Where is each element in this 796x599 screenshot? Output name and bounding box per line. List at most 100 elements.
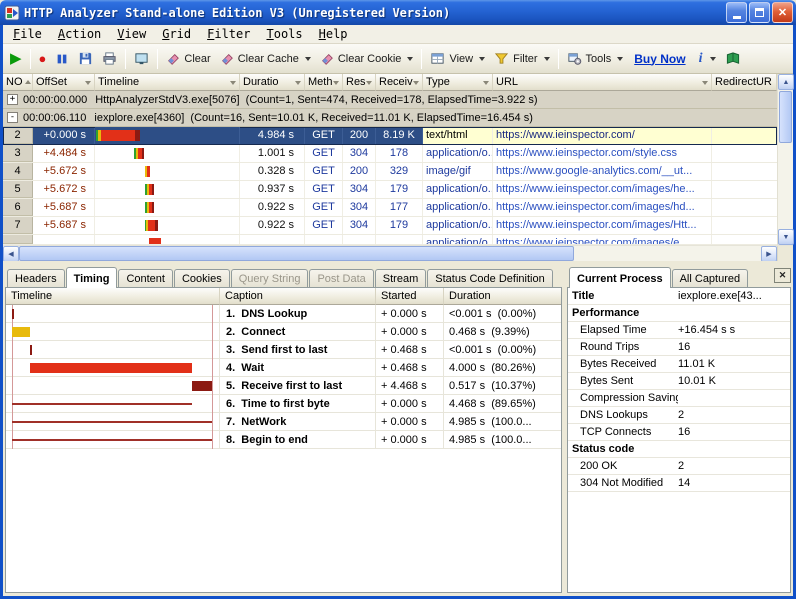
group-row[interactable]: - 00:00:06.110 iexplore.exe[4360] (Count… <box>3 109 777 127</box>
minimize-button[interactable] <box>726 2 747 23</box>
timing-header: Timeline Caption Started Duration <box>6 288 561 305</box>
scrollbar-corner <box>777 246 793 261</box>
tab-stream[interactable]: Stream <box>375 269 426 287</box>
buy-now-link[interactable]: Buy Now <box>628 49 691 69</box>
clear-label: Clear <box>184 53 210 65</box>
pause-button[interactable] <box>51 49 73 69</box>
clear-cache-button[interactable]: Clear Cache <box>216 49 315 69</box>
scroll-right-button[interactable]: ▶ <box>761 246 777 262</box>
cell-url: https://www.ieinspector.com/images/e... <box>493 235 712 244</box>
print-button[interactable] <box>98 48 121 69</box>
filter-dropdown-icon[interactable] <box>230 81 236 85</box>
scroll-left-button[interactable]: ◀ <box>3 246 19 262</box>
filter-dropdown-icon[interactable] <box>413 81 419 85</box>
timing-started: + 0.000 s <box>376 431 444 448</box>
clear-cookie-button[interactable]: Clear Cookie <box>316 49 418 69</box>
column-header-offset[interactable]: OffSet <box>33 74 95 91</box>
timing-duration: 4.985 s (100.0... <box>444 431 561 448</box>
cell-timeline <box>95 181 240 198</box>
column-header-duration[interactable]: Duratio <box>240 74 305 91</box>
menu-tools[interactable]: Tools <box>258 25 310 44</box>
timing-bar-cell <box>6 323 220 340</box>
table-row-partial[interactable]: application/o... https://www.ieinspector… <box>3 235 777 245</box>
maximize-button[interactable] <box>749 2 770 23</box>
group-label: HttpAnalyzerStdV3.exe[5076] (Count=1, Se… <box>95 94 537 106</box>
close-button[interactable]: ✕ <box>772 2 793 23</box>
toolbar-separator <box>125 49 126 69</box>
column-header-result[interactable]: Res <box>343 74 376 91</box>
scroll-down-button[interactable]: ▼ <box>778 229 794 245</box>
scroll-track[interactable] <box>574 246 761 261</box>
cell-no: 5 <box>3 181 33 198</box>
filter-dropdown-icon[interactable] <box>366 81 372 85</box>
column-header-type[interactable]: Type <box>423 74 493 91</box>
vertical-scrollbar[interactable]: ▲ ▼ <box>777 74 793 245</box>
menu-file[interactable]: File <box>5 25 50 44</box>
horizontal-scrollbar[interactable]: ◀ ▶ <box>3 245 793 261</box>
table-row[interactable]: 5 +5.672 s 0.937 s GET 304 179 applicati… <box>3 181 777 199</box>
column-header-timeline[interactable]: Timeline <box>95 74 240 91</box>
record-button[interactable]: ● <box>35 49 51 69</box>
view-menu-button[interactable]: View <box>426 48 489 69</box>
timing-bar-cell <box>6 377 220 394</box>
help-button[interactable] <box>721 48 745 69</box>
table-row[interactable]: 6 +5.687 s 0.922 s GET 304 177 applicati… <box>3 199 777 217</box>
column-header-url[interactable]: URL <box>493 74 712 91</box>
tools-menu-button[interactable]: Tools <box>563 48 628 69</box>
scroll-up-button[interactable]: ▲ <box>778 74 794 90</box>
close-icon: ✕ <box>779 270 787 281</box>
table-row[interactable]: 7 +5.687 s 0.922 s GET 304 179 applicati… <box>3 217 777 235</box>
menu-grid[interactable]: Grid <box>154 25 199 44</box>
process-label: Performance <box>572 307 678 319</box>
save-button[interactable] <box>74 48 97 69</box>
menu-help[interactable]: Help <box>311 25 356 44</box>
tab-post-data[interactable]: Post Data <box>309 269 373 287</box>
cell-duration <box>240 235 305 244</box>
group-expander[interactable]: - <box>7 112 18 123</box>
menu-action[interactable]: Action <box>50 25 109 44</box>
table-row[interactable]: 2 +0.000 s 4.984 s GET 200 8.19 K text/h… <box>3 127 777 145</box>
cell-redirecturl <box>712 217 777 234</box>
toolbar-separator <box>558 49 559 69</box>
clear-button[interactable]: Clear <box>162 49 214 69</box>
column-header-redirecturl[interactable]: RedirectUR <box>712 74 777 91</box>
detail-close-button[interactable]: ✕ <box>774 268 791 283</box>
tab-content[interactable]: Content <box>118 269 173 287</box>
menu-view[interactable]: View <box>109 25 154 44</box>
table-row[interactable]: 4 +5.672 s 0.328 s GET 200 329 image/gif… <box>3 163 777 181</box>
process-pane: Current Process All Captured ✕ Titleiexp… <box>567 266 791 593</box>
start-button[interactable]: ▶ <box>6 49 26 69</box>
tab-headers[interactable]: Headers <box>7 269 65 287</box>
tab-status-code-definition[interactable]: Status Code Definition <box>427 269 552 287</box>
tab-current-process[interactable]: Current Process <box>569 267 671 288</box>
timing-duration: <0.001 s (0.00%) <box>444 341 561 358</box>
menu-filter[interactable]: Filter <box>199 25 258 44</box>
cell-redirecturl <box>712 199 777 216</box>
tab-all-captured[interactable]: All Captured <box>672 269 749 287</box>
timing-duration: 4.468 s (89.65%) <box>444 395 561 412</box>
cell-received: 179 <box>376 181 423 198</box>
tab-cookies[interactable]: Cookies <box>174 269 230 287</box>
filter-menu-button[interactable]: Filter <box>490 48 553 69</box>
tab-query-string[interactable]: Query String <box>231 269 309 287</box>
info-menu-button[interactable]: i <box>693 48 721 70</box>
cell-url: https://www.google-analytics.com/__ut... <box>493 163 712 180</box>
group-expander[interactable]: + <box>7 94 18 105</box>
scroll-thumb[interactable] <box>779 91 792 143</box>
filter-dropdown-icon[interactable] <box>483 81 489 85</box>
column-header-method[interactable]: Meth <box>305 74 343 91</box>
filter-dropdown-icon[interactable] <box>333 81 339 85</box>
filter-dropdown-icon[interactable] <box>702 81 708 85</box>
scroll-thumb[interactable] <box>19 246 574 261</box>
column-header-received[interactable]: Receiv <box>376 74 423 91</box>
tab-timing[interactable]: Timing <box>66 267 118 288</box>
filter-dropdown-icon[interactable] <box>295 81 301 85</box>
table-row[interactable]: 3 +4.484 s 1.001 s GET 304 178 applicati… <box>3 145 777 163</box>
process-row: DNS Lookups2 <box>568 407 790 424</box>
filter-dropdown-icon[interactable] <box>85 81 91 85</box>
maximize-icon <box>755 8 764 17</box>
cell-no <box>3 235 33 244</box>
export-button[interactable] <box>130 48 153 69</box>
group-row[interactable]: + 00:00:00.000 HttpAnalyzerStdV3.exe[507… <box>3 91 777 109</box>
column-header-no[interactable]: NO <box>3 74 33 91</box>
